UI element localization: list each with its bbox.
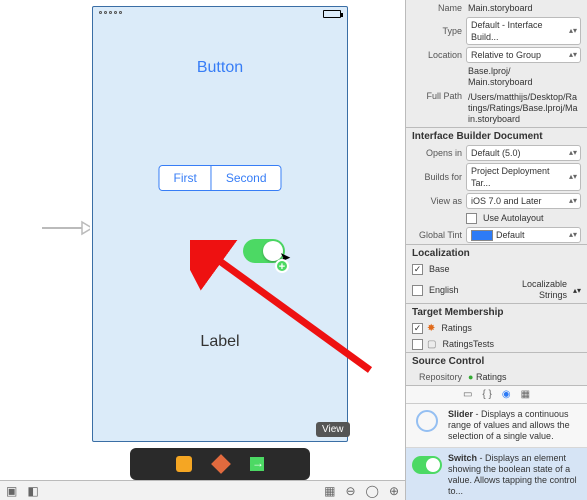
library-item-switch[interactable]: Switch - Displays an element showing the… — [406, 448, 587, 500]
library-tabs[interactable]: ▭ { } ◉ ▦ — [406, 386, 587, 404]
scene-dock — [130, 448, 310, 480]
view-as-popup[interactable]: iOS 7.0 and Later▴▾ — [466, 193, 581, 209]
localization-section-title: Localization — [406, 244, 587, 261]
location-label: Location — [412, 50, 462, 60]
autolayout-checkbox[interactable] — [466, 213, 477, 224]
app-icon: ✸ — [427, 323, 435, 334]
name-value[interactable]: Main.storyboard — [466, 2, 581, 15]
tint-swatch-icon — [471, 230, 493, 241]
location-path: Base.lproj/ Main.storyboard — [466, 65, 581, 89]
loc-english-format[interactable]: Localizable Strings — [500, 278, 569, 302]
dock-first-responder-icon[interactable] — [211, 454, 231, 474]
fullpath-value: /Users/matthijs/Desktop/Ratings/Ratings/… — [466, 91, 581, 126]
lib-tab-code-icon[interactable]: { } — [482, 389, 491, 400]
target-tests-checkbox[interactable] — [412, 339, 423, 350]
status-bar — [93, 7, 347, 23]
any-any-icon[interactable]: ▦ — [324, 484, 335, 498]
entry-point-arrow — [40, 218, 90, 238]
lib-tab-file-icon[interactable]: ▭ — [463, 389, 472, 400]
bundle-icon: ▢ — [427, 339, 436, 350]
name-label: Name — [412, 3, 462, 13]
source-control-section-title: Source Control — [406, 352, 587, 369]
location-popup[interactable]: Relative to Group▴▾ — [466, 47, 581, 63]
switch-icon — [412, 456, 442, 474]
lib-tab-media-icon[interactable]: ▦ — [521, 389, 530, 400]
loc-english-checkbox[interactable] — [412, 285, 423, 296]
lib-tab-object-icon[interactable]: ◉ — [502, 389, 511, 400]
segment-second[interactable]: Second — [212, 166, 281, 190]
dock-vc-icon[interactable] — [176, 456, 192, 472]
file-inspector: Name Main.storyboard Type Default - Inte… — [405, 0, 587, 500]
canvas-bottom-toolbar: ▣ ◧ ▦ ⊖ ◯ ⊕ — [0, 480, 405, 500]
ui-label[interactable]: Label — [93, 333, 347, 351]
view-tooltip: View — [316, 422, 350, 437]
segment-first[interactable]: First — [159, 166, 211, 190]
storyboard-canvas[interactable]: Button First Second ➤ + Label View — [0, 0, 405, 500]
ui-button[interactable]: Button — [93, 59, 347, 77]
zoom-actual-icon[interactable]: ◯ — [366, 484, 379, 498]
outline-toggle-icon[interactable]: ▣ — [6, 484, 17, 498]
segmented-control[interactable]: First Second — [158, 165, 281, 191]
type-popup[interactable]: Default - Interface Build...▴▾ — [466, 17, 581, 45]
slider-icon — [416, 410, 438, 432]
zoom-out-icon[interactable]: ⊖ — [345, 484, 355, 498]
assistant-toggle-icon[interactable]: ◧ — [27, 484, 38, 498]
target-ratings-checkbox[interactable]: ✓ — [412, 323, 423, 334]
object-library: ▭ { } ◉ ▦ Slider - Displays a continuous… — [406, 385, 587, 500]
dock-exit-icon[interactable] — [250, 457, 264, 471]
fullpath-label: Full Path — [412, 91, 462, 101]
opens-in-popup[interactable]: Default (5.0)▴▾ — [466, 145, 581, 161]
ibdoc-section-title: Interface Builder Document — [406, 127, 587, 144]
loc-base-checkbox[interactable]: ✓ — [412, 264, 423, 275]
type-label: Type — [412, 26, 462, 36]
builds-for-popup[interactable]: Project Deployment Tar...▴▾ — [466, 163, 581, 191]
membership-section-title: Target Membership — [406, 303, 587, 320]
add-badge-icon: + — [275, 259, 289, 273]
global-tint-popup[interactable]: Default ▴▾ — [466, 227, 581, 243]
ui-switch-being-dropped[interactable]: ➤ + — [243, 239, 285, 263]
library-item-slider[interactable]: Slider - Displays a continuous range of … — [406, 404, 587, 448]
zoom-in-icon[interactable]: ⊕ — [389, 484, 399, 498]
view-controller-scene[interactable]: Button First Second ➤ + Label — [92, 6, 348, 442]
